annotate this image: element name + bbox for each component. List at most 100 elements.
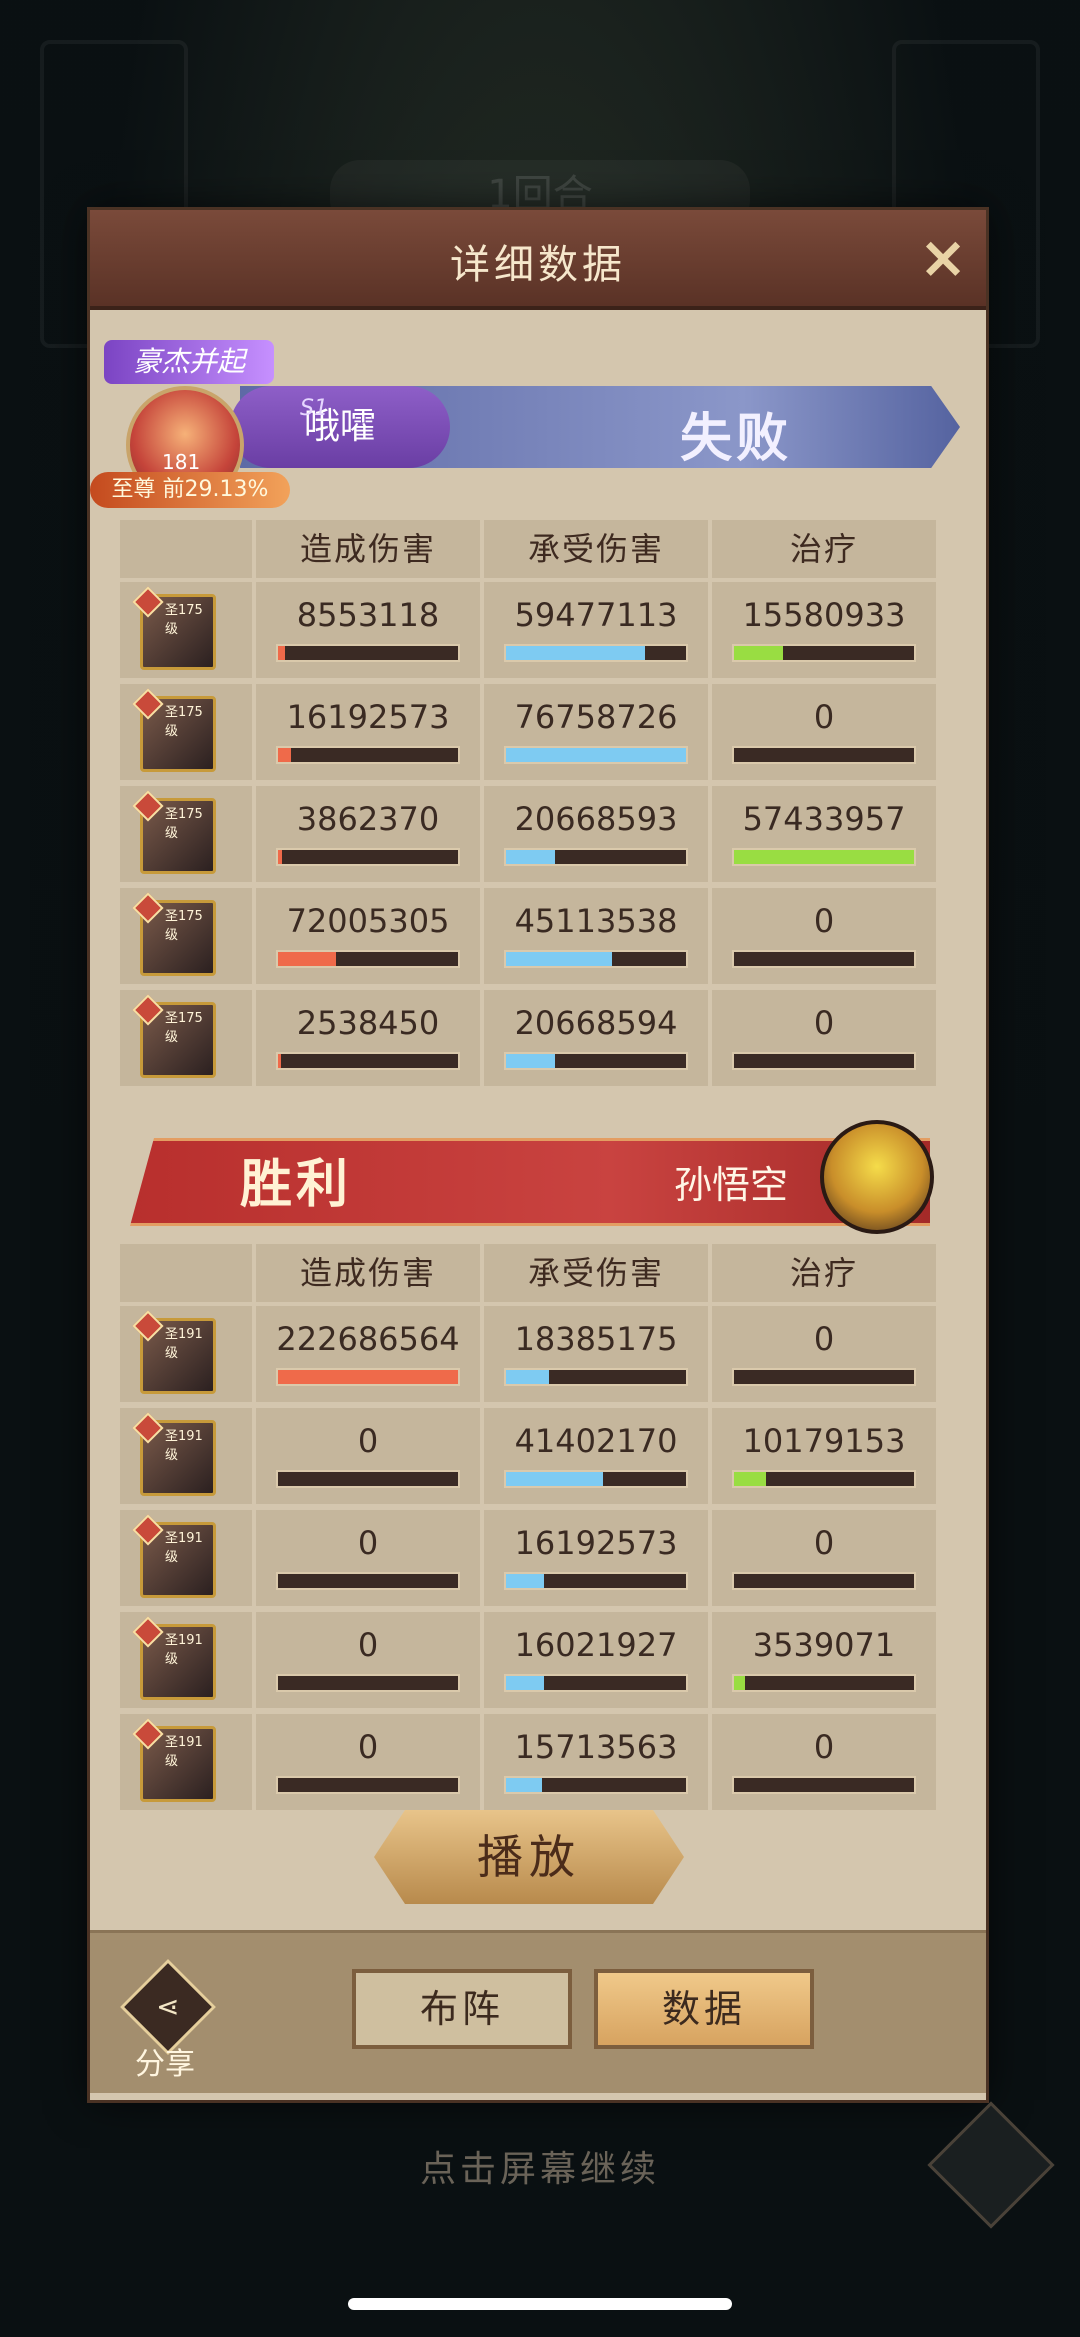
damage-dealt-bar-fill [278,748,291,762]
healing-bar [732,1674,916,1692]
data-tab[interactable]: 数据 [594,1969,814,2049]
season-label: S1 [300,396,328,421]
damage-taken-bar-fill [506,1370,550,1384]
hero-cell: 圣175级 [120,582,252,678]
healing-bar [732,1572,916,1590]
hero-portrait[interactable]: 圣191级 [132,1514,216,1598]
damage-taken-bar [504,1776,688,1794]
healing-bar-fill [734,1676,745,1690]
element-diamond-icon [132,1718,164,1750]
hero-level: 圣191级 [165,1327,203,1361]
healing-bar [732,1470,916,1488]
damage-taken-cell: 15713563 [484,1714,708,1810]
healing-cell: 15580933 [712,582,936,678]
damage-taken-value: 20668594 [514,1004,678,1042]
hero-level: 圣175级 [165,909,203,943]
rank-badge: 至尊 前29.13% [90,472,290,508]
hero-level: 圣191级 [165,1735,203,1769]
hero-cell: 圣191级 [120,1510,252,1606]
hero-portrait[interactable]: 圣175级 [132,790,216,874]
bottom-bar: ⋖ 分享 布阵 数据 [90,1930,986,2093]
healing-bar [732,848,916,866]
damage-dealt-bar [276,1052,460,1070]
hero-level: 圣191级 [165,1633,203,1667]
healing-cell: 3539071 [712,1612,936,1708]
hero-portrait[interactable]: 圣175级 [132,892,216,976]
winning-player-avatar[interactable] [820,1120,934,1234]
damage-taken-bar-fill [506,748,686,762]
damage-dealt-bar [276,1776,460,1794]
damage-dealt-bar-fill [278,952,336,966]
tap-to-continue-text[interactable]: 点击屏幕继续 [0,2140,1080,2192]
hero-portrait[interactable]: 圣191级 [132,1718,216,1802]
winning-player-name: 孙悟空 [674,1163,789,1207]
healing-cell: 0 [712,1714,936,1810]
hero-level: 圣175级 [165,705,203,739]
hero-cell: 圣175级 [120,684,252,780]
element-diamond-icon [132,790,164,822]
element-diamond-icon [132,892,164,924]
damage-taken-cell: 16021927 [484,1612,708,1708]
hero-level: 圣191级 [165,1429,203,1463]
element-diamond-icon [132,994,164,1026]
hero-portrait[interactable]: 圣175级 [132,994,216,1078]
healing-bar-fill [734,646,783,660]
healing-value: 15580933 [742,596,906,634]
damage-taken-cell: 16192573 [484,1510,708,1606]
healing-bar [732,1052,916,1070]
damage-dealt-cell: 222686564 [256,1306,480,1402]
damage-dealt-value: 0 [357,1422,379,1460]
formation-tab[interactable]: 布阵 [352,1969,572,2049]
element-diamond-icon [132,688,164,720]
damage-dealt-cell: 3862370 [256,786,480,882]
damage-taken-bar [504,644,688,662]
healing-cell: 0 [712,1510,936,1606]
damage-taken-value: 16192573 [514,1524,678,1562]
column-header: 造成伤害 [256,1244,480,1302]
losing-result-label: 失败 [680,409,793,469]
damage-taken-value: 16021927 [514,1626,678,1664]
table-row: 圣191级 0 16021927 3539071 [120,1612,936,1708]
hero-cell: 圣191级 [120,1714,252,1810]
play-button[interactable]: 播放 [374,1810,684,1904]
hero-portrait[interactable]: 圣175级 [132,586,216,670]
damage-taken-value: 45113538 [514,902,678,940]
column-header: 治疗 [712,520,936,578]
hero-portrait[interactable]: 圣175级 [132,688,216,772]
table-row: 圣191级 0 15713563 0 [120,1714,936,1810]
table-row: 圣191级 222686564 18385175 0 [120,1306,936,1402]
damage-taken-bar [504,848,688,866]
damage-dealt-value: 16192573 [286,698,450,736]
damage-taken-bar [504,1572,688,1590]
hero-portrait[interactable]: 圣191级 [132,1616,216,1700]
healing-value: 0 [813,1004,835,1042]
hero-cell: 圣191级 [120,1408,252,1504]
damage-dealt-cell: 0 [256,1510,480,1606]
healing-value: 3539071 [752,1626,896,1664]
element-diamond-icon [132,1616,164,1648]
damage-dealt-bar [276,1572,460,1590]
damage-dealt-cell: 72005305 [256,888,480,984]
damage-taken-bar [504,1368,688,1386]
element-diamond-icon [132,1514,164,1546]
damage-dealt-value: 0 [357,1524,379,1562]
panel-header: 详细数据 × [90,210,986,310]
table-row: 圣175级 72005305 45113538 0 [120,888,936,984]
healing-bar [732,1368,916,1386]
close-icon[interactable]: × [914,228,972,286]
home-indicator[interactable] [348,2298,732,2310]
healing-cell: 0 [712,990,936,1086]
hero-portrait[interactable]: 圣191级 [132,1310,216,1394]
damage-dealt-bar-fill [278,1370,458,1384]
damage-taken-bar-fill [506,646,645,660]
table-row: 圣175级 16192573 76758726 0 [120,684,936,780]
damage-dealt-bar [276,1470,460,1488]
losing_team-header-row: 造成伤害 承受伤害 治疗 [120,520,936,578]
hero-level: 圣175级 [165,1011,203,1045]
share-button[interactable]: ⋖ 分享 [110,1958,230,2083]
damage-dealt-value: 2538450 [296,1004,440,1042]
title-badge: 豪杰并起 [104,340,274,384]
hero-portrait[interactable]: 圣191级 [132,1412,216,1496]
damage-dealt-value: 72005305 [286,902,450,940]
winning_team-header-row: 造成伤害 承受伤害 治疗 [120,1244,936,1302]
